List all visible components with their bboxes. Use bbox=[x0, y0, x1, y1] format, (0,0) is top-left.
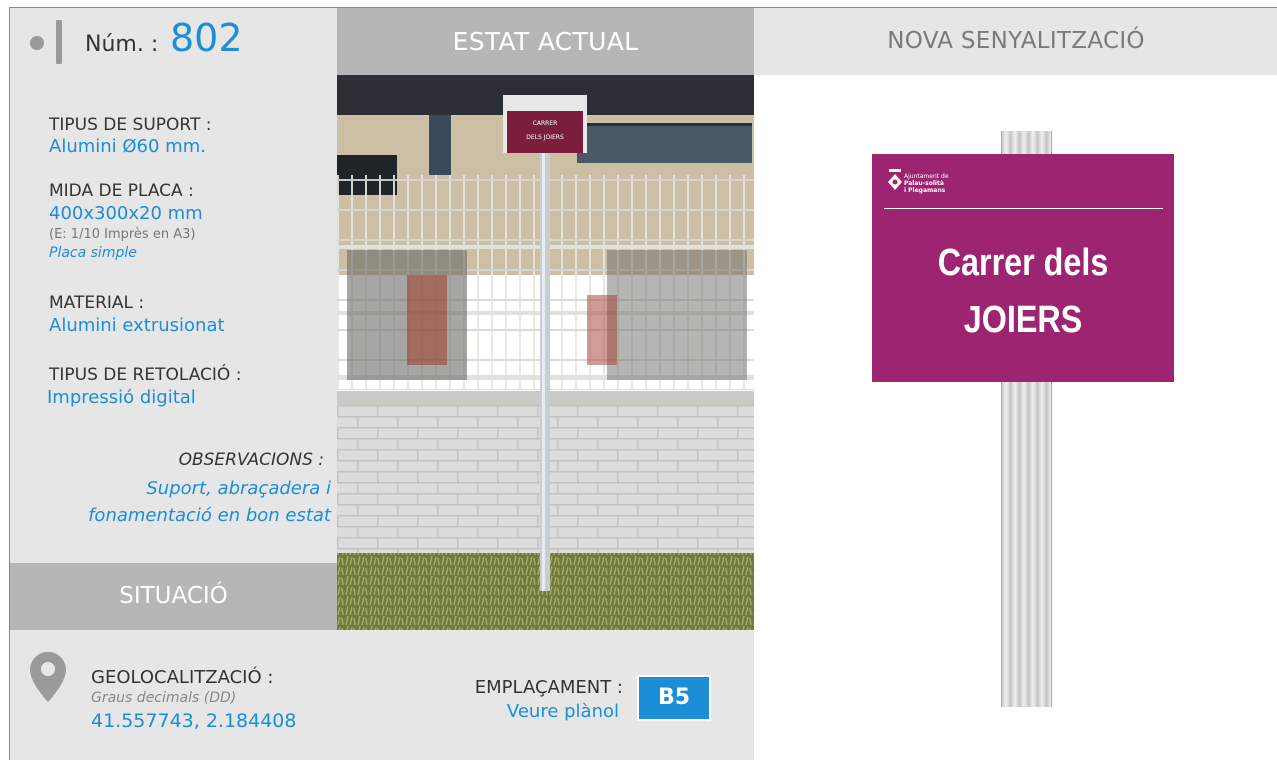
suport-label: TIPUS DE SUPORT : bbox=[49, 115, 212, 135]
observacions-label: OBSERVACIONS : bbox=[178, 450, 324, 470]
material-value: Alumini extrusionat bbox=[49, 315, 225, 336]
retolacio-label: TIPUS DE RETOLACIÓ : bbox=[49, 365, 242, 385]
old-sign-line: DELS JOIERS bbox=[526, 134, 564, 141]
situacio-title: SITUACIÓ bbox=[119, 583, 228, 609]
geolocalitzacio-value: 41.557743, 2.184408 bbox=[91, 710, 297, 732]
new-street-sign: Ajuntament de Palau-solità i Plegamans C… bbox=[872, 154, 1174, 382]
map-pin-icon bbox=[30, 652, 66, 702]
sign-street-name: JOIERS bbox=[963, 299, 1083, 341]
nova-senyalitzacio-header: NOVA SENYALITZACIÓ bbox=[754, 8, 1277, 75]
details-panel: TIPUS DE SUPORT : Alumini Ø60 mm. MIDA D… bbox=[10, 75, 337, 563]
location-panel: GEOLOCALITZACIÓ : Graus decimals (DD) 41… bbox=[10, 630, 754, 760]
material-label: MATERIAL : bbox=[49, 293, 145, 313]
fitxa-senyal: Núm. : 802 ESTAT ACTUAL NOVA SENYALITZAC… bbox=[9, 7, 1277, 760]
number-header: Núm. : 802 bbox=[10, 8, 337, 75]
logo-text: Palau-solità bbox=[904, 180, 944, 187]
suport-value: Alumini Ø60 mm. bbox=[49, 136, 206, 157]
sign-divider bbox=[884, 208, 1163, 209]
mida-type: Placa simple bbox=[49, 245, 137, 261]
retolacio-value: Impressió digital bbox=[47, 387, 196, 408]
observacions-line: fonamentació en bon estat bbox=[88, 505, 331, 526]
situacio-header: SITUACIÓ bbox=[10, 563, 337, 630]
veure-planol-link[interactable]: Veure plànol bbox=[507, 701, 619, 722]
nova-senyalitzacio-title: NOVA SENYALITZACIÓ bbox=[887, 28, 1145, 54]
mida-scale: (E: 1/10 Imprès en A3) bbox=[49, 227, 196, 242]
sign-street-line: Carrer dels bbox=[937, 242, 1109, 284]
estat-actual-title: ESTAT ACTUAL bbox=[452, 27, 639, 56]
mida-value: 400x300x20 mm bbox=[49, 203, 203, 224]
mida-label: MIDA DE PLACA : bbox=[49, 181, 194, 201]
estat-actual-header: ESTAT ACTUAL bbox=[337, 8, 754, 75]
divider-bar bbox=[56, 20, 62, 64]
nova-senyalitzacio-panel: Ajuntament de Palau-solità i Plegamans C… bbox=[754, 75, 1277, 760]
old-sign-line: CARRER bbox=[533, 120, 558, 127]
number-label: Núm. : bbox=[85, 32, 159, 57]
municipal-crest-icon bbox=[888, 169, 902, 190]
emplacament-code-badge: B5 bbox=[637, 675, 711, 721]
logo-text: Ajuntament de bbox=[904, 173, 949, 180]
street-photo: CARRER DELS JOIERS bbox=[337, 75, 754, 630]
bullet-dot-icon bbox=[30, 36, 44, 50]
logo-text: i Plegamans bbox=[904, 187, 946, 194]
observacions-value: Suport, abraçadera i fonamentació en bon… bbox=[88, 475, 331, 529]
emplacament-label: EMPLAÇAMENT : bbox=[474, 677, 623, 698]
geolocalitzacio-label: GEOLOCALITZACIÓ : bbox=[91, 667, 274, 688]
estat-actual-photo: CARRER DELS JOIERS bbox=[337, 75, 754, 630]
number-value: 802 bbox=[170, 16, 243, 60]
observacions-line: Suport, abraçadera i bbox=[146, 478, 331, 499]
geolocalitzacio-format: Graus decimals (DD) bbox=[91, 690, 237, 706]
